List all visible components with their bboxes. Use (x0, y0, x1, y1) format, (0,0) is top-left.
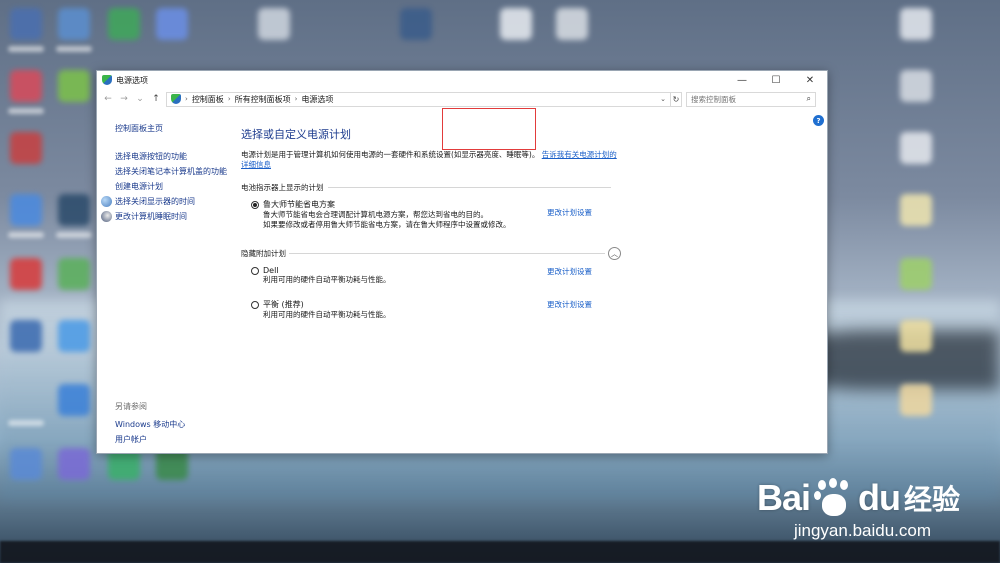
desktop-icon-label (8, 108, 44, 114)
desktop-icon[interactable] (10, 132, 42, 164)
plan-dell: Dell 利用可用的硬件自动平衡功耗与性能。 更改计划设置 (241, 266, 611, 285)
desktop-icon[interactable] (58, 8, 90, 40)
main-content: ? 选择或自定义电源计划 电源计划是用于管理计算机如何使用电源的一套硬件和系统设… (233, 111, 827, 453)
plan-balanced: 平衡 (推荐) 利用可用的硬件自动平衡功耗与性能。 更改计划设置 (241, 299, 611, 320)
search-icon[interactable]: ⌕ (807, 94, 811, 104)
desktop-icon[interactable] (10, 70, 42, 102)
watermark-cn: 经验 (903, 483, 960, 516)
desktop-icon[interactable] (900, 8, 932, 40)
sidebar-link-sleep-time[interactable]: 更改计算机睡眠时间 (101, 211, 233, 222)
desktop-icon[interactable] (556, 8, 588, 40)
plan-balanced-radio[interactable] (251, 300, 259, 309)
breadcrumb-all-items[interactable]: 所有控制面板项 (235, 94, 291, 105)
see-also-title: 另请参阅 (115, 402, 147, 411)
desktop-icon-label (8, 46, 44, 52)
plan-ludashi: 鲁大师节能省电方案 鲁大师节能省电会合理调配计算机电源方案，帮您达到省电的目的。… (241, 199, 611, 230)
plan-balanced-desc: 利用可用的硬件自动平衡功耗与性能。 (263, 310, 391, 319)
minimize-button[interactable]: — (725, 71, 759, 89)
plan-ludashi-change-settings-link[interactable]: 更改计划设置 (547, 207, 592, 218)
desktop-icon[interactable] (10, 448, 42, 480)
desktop-icon-label (56, 46, 92, 52)
hidden-plans-header: 隐藏附加计划 ︿ (241, 247, 621, 260)
navigation-bar: ← → ⌄ ↑ › 控制面板 › 所有控制面板项 › 电源选项 ⌄ ↻ ⌕ (97, 89, 827, 109)
desktop-icon[interactable] (500, 8, 532, 40)
plan-ludashi-name[interactable]: 鲁大师节能省电方案 (263, 199, 335, 210)
maximize-button[interactable]: ☐ (759, 71, 793, 89)
forward-arrow-icon[interactable]: → (118, 94, 130, 104)
desktop-icon[interactable] (10, 320, 42, 352)
title-bar[interactable]: 电源选项 — ☐ ✕ (97, 71, 827, 89)
desktop-icon[interactable] (108, 8, 140, 40)
refresh-icon[interactable]: ↻ (670, 91, 682, 107)
power-options-icon (102, 75, 112, 85)
plan-dell-name[interactable]: Dell (263, 266, 279, 275)
sidebar-link-display-off[interactable]: 选择关闭显示器的时间 (101, 196, 233, 207)
desktop-icon[interactable] (900, 384, 932, 416)
breadcrumb-control-panel[interactable]: 控制面板 (192, 94, 224, 105)
desktop-icon[interactable] (10, 194, 42, 226)
desktop-icon[interactable] (400, 8, 432, 40)
collapse-chevron-icon[interactable]: ︿ (608, 247, 621, 260)
battery-plans-header: 电池指示器上显示的计划 (241, 182, 611, 193)
watermark-url: jingyan.baidu.com (793, 521, 931, 540)
desktop-icon[interactable] (58, 320, 90, 352)
desktop-icon[interactable] (900, 132, 932, 164)
sidebar-link-create-plan[interactable]: 创建电源计划 (115, 181, 233, 192)
window-title: 电源选项 (116, 75, 148, 85)
plan-ludashi-desc-2: 如果要修改或者停用鲁大师节能省电方案，请在鲁大师程序中设置或修改。 (263, 220, 511, 229)
plan-balanced-name[interactable]: 平衡 (推荐) (263, 299, 304, 310)
back-arrow-icon[interactable]: ← (102, 94, 114, 104)
watermark-brand-du: du (858, 477, 901, 518)
page-description: 电源计划是用于管理计算机如何使用电源的一套硬件和系统设置(如显示器亮度、睡眠等)… (241, 150, 617, 169)
desktop-icon[interactable] (900, 194, 932, 226)
desktop-icon[interactable] (10, 258, 42, 290)
control-panel-icon (171, 94, 181, 104)
desktop-icon[interactable] (58, 258, 90, 290)
sidebar-home-link[interactable]: 控制面板主页 (115, 123, 233, 134)
see-also-user-accounts[interactable]: 用户帐户 (115, 434, 185, 445)
see-also-mobility-center[interactable]: Windows 移动中心 (115, 419, 185, 430)
recent-dropdown-icon[interactable]: ⌄ (134, 94, 146, 104)
section-divider (289, 253, 605, 254)
red-highlight-box (442, 108, 536, 150)
desktop-icon[interactable] (900, 70, 932, 102)
desktop-icon-label (8, 232, 44, 238)
section-divider (327, 187, 611, 188)
desktop-icon[interactable] (900, 320, 932, 352)
plan-ludashi-radio[interactable] (251, 200, 259, 209)
search-input[interactable] (691, 94, 807, 104)
desktop-icon[interactable] (10, 8, 42, 40)
help-icon[interactable]: ? (813, 115, 824, 126)
address-dropdown-icon[interactable]: ⌄ (660, 95, 666, 103)
search-box[interactable]: ⌕ (686, 91, 816, 107)
sidebar-link-power-button[interactable]: 选择电源按钮的功能 (115, 151, 233, 162)
baidu-paw-icon (814, 478, 854, 518)
address-bar[interactable]: › 控制面板 › 所有控制面板项 › 电源选项 ⌄ (166, 91, 671, 107)
plan-balanced-change-settings-link[interactable]: 更改计划设置 (547, 299, 592, 310)
desktop-icon-label (8, 420, 44, 426)
see-also-section: 另请参阅 Windows 移动中心 用户帐户 (115, 401, 185, 449)
desktop-icon[interactable] (58, 194, 90, 226)
breadcrumb-power-options[interactable]: 电源选项 (301, 94, 333, 105)
baidu-watermark: Bai du 经验 jingyan.baidu.com (757, 477, 960, 541)
sidebar: 控制面板主页 选择电源按钮的功能 选择关闭笔记本计算机盖的功能 创建电源计划 选… (97, 111, 233, 453)
desktop-icon[interactable] (900, 258, 932, 290)
desktop-icon[interactable] (58, 384, 90, 416)
taskbar[interactable] (0, 541, 1000, 563)
up-arrow-icon[interactable]: ↑ (150, 94, 162, 104)
close-button[interactable]: ✕ (793, 71, 827, 89)
desktop-icon[interactable] (156, 8, 188, 40)
plan-dell-radio[interactable] (251, 266, 259, 275)
desktop-icon[interactable] (58, 70, 90, 102)
desktop-icon[interactable] (258, 8, 290, 40)
desktop-icon[interactable] (58, 448, 90, 480)
sleep-icon (101, 211, 112, 222)
plan-dell-change-settings-link[interactable]: 更改计划设置 (547, 266, 592, 277)
display-settings-icon (101, 196, 112, 207)
sidebar-link-lid-close[interactable]: 选择关闭笔记本计算机盖的功能 (115, 166, 233, 177)
desktop-icon-label (56, 232, 92, 238)
watermark-brand: Bai (756, 477, 811, 518)
